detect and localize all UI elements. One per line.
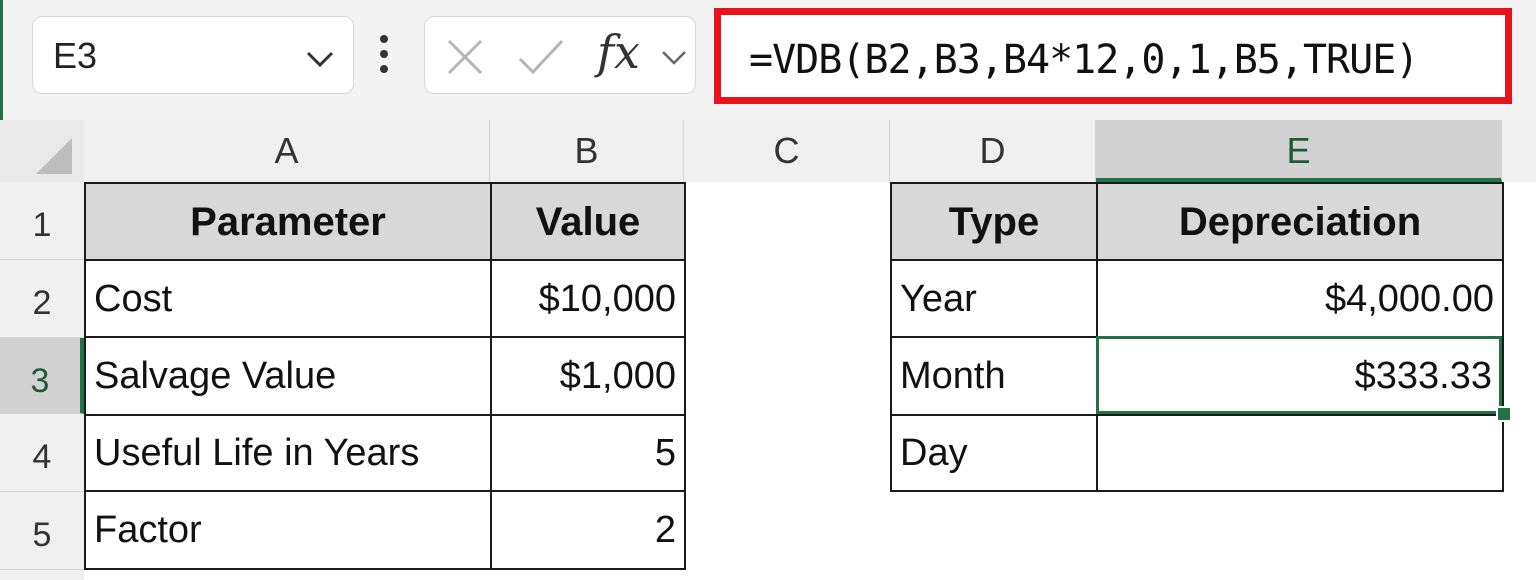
formula-input[interactable]: =VDB(B2,B3,B4*12,0,1,B5,TRUE) [714,8,1512,104]
cell-e1[interactable]: Depreciation [1098,184,1502,260]
row-header-1[interactable]: 1 [0,182,84,260]
select-all-button[interactable] [0,120,84,182]
table-border [684,182,686,570]
cell-b1[interactable]: Value [492,184,684,260]
table-border [890,414,1504,416]
formula-controls: fx [424,16,696,94]
cell-b5[interactable]: 2 [492,492,684,568]
column-header-d[interactable]: D [890,120,1096,182]
row-header-4[interactable]: 4 [0,414,84,492]
column-header-c[interactable]: C [684,120,890,182]
column-header-e[interactable]: E [1096,120,1502,182]
table-border [890,182,892,492]
cancel-icon[interactable] [445,37,485,77]
table-border [890,336,1504,338]
table-border [890,259,1504,261]
row-header-5[interactable]: 5 [0,492,84,570]
formula-text: =VDB(B2,B3,B4*12,0,1,B5,TRUE) [749,37,1419,83]
cell-a3[interactable]: Salvage Value [86,338,490,414]
cell-a4[interactable]: Useful Life in Years [86,416,490,490]
column-header-a[interactable]: A [84,120,490,182]
cell-d1[interactable]: Type [892,184,1096,260]
table-border [890,490,1504,492]
table-border [1502,182,1504,492]
column-header-b[interactable]: B [490,120,684,182]
cell-e3[interactable]: $333.33 [1098,338,1500,414]
table-border [84,568,686,570]
fill-handle[interactable] [1496,406,1512,422]
chevron-down-icon[interactable] [305,49,335,69]
cell-e2[interactable]: $4,000.00 [1098,262,1502,336]
cell-b2[interactable]: $10,000 [492,262,684,336]
table-border [84,182,686,184]
table-border [84,182,86,570]
chevron-down-icon[interactable] [661,49,687,67]
more-options-icon[interactable] [378,34,390,74]
cell-d2[interactable]: Year [892,262,1096,336]
row-header-2[interactable]: 2 [0,260,84,338]
cell-d3[interactable]: Month [892,338,1096,414]
table-border [890,182,1504,184]
name-box[interactable]: E3 [32,16,354,94]
cell-a2[interactable]: Cost [86,262,490,336]
name-box-value: E3 [53,35,98,76]
cell-d4[interactable]: Day [892,416,1096,490]
table-border [84,490,686,492]
cell-b3[interactable]: $1,000 [492,338,684,414]
cell-a1[interactable]: Parameter [86,184,490,260]
table-border [84,414,686,416]
table-border [84,259,686,261]
table-border [1096,182,1098,492]
cell-b4[interactable]: 5 [492,416,684,490]
row-header-3[interactable]: 3 [0,338,84,414]
table-border [490,182,492,570]
insert-function-icon[interactable]: fx [597,25,640,79]
table-border [84,336,686,338]
select-all-triangle-icon [36,138,72,174]
cell-e4[interactable] [1098,416,1502,490]
cell-a5[interactable]: Factor [86,492,490,568]
enter-check-icon[interactable] [517,37,565,77]
